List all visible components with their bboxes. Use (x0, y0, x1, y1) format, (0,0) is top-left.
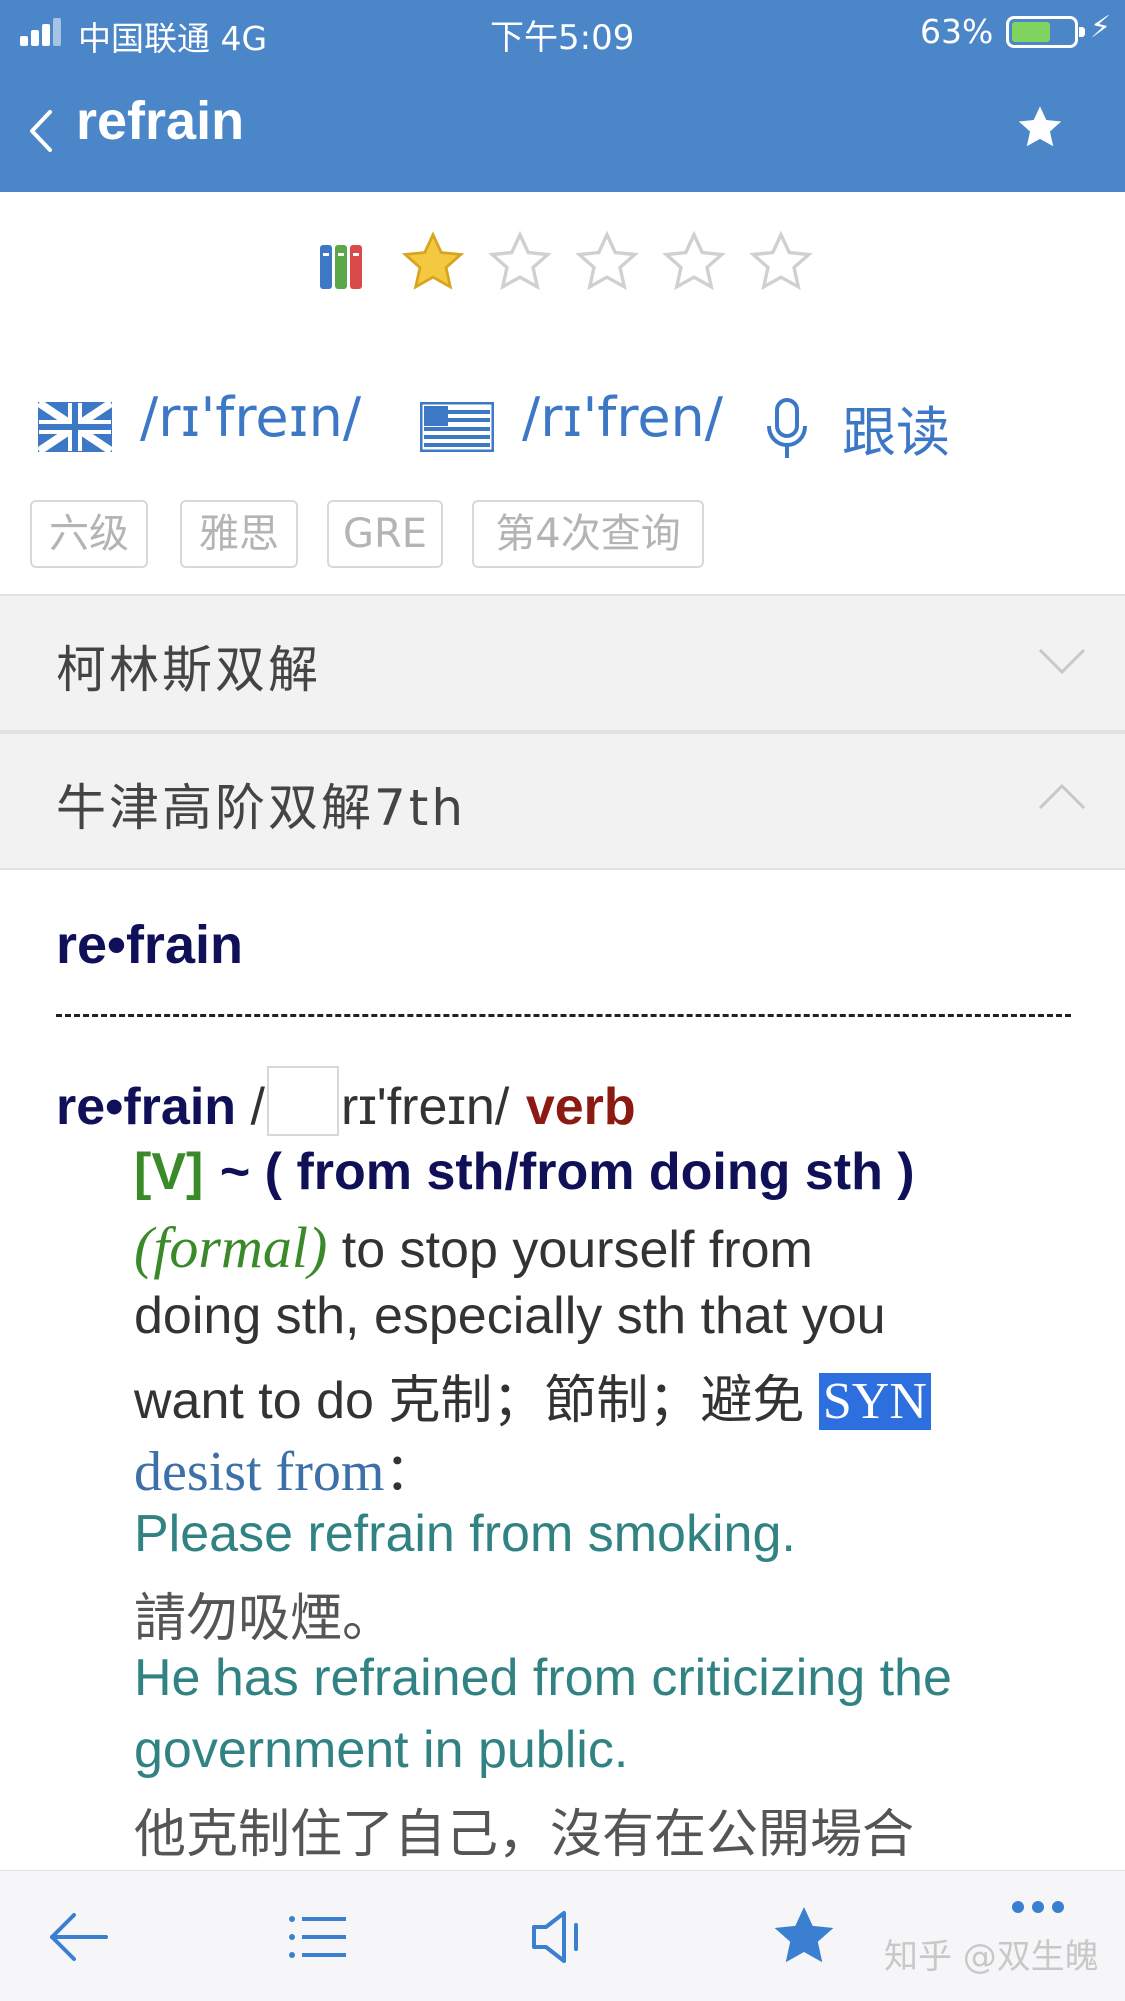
us-ipa[interactable]: /rɪ'fren/ (522, 386, 723, 449)
star-icon[interactable] (768, 1901, 840, 1973)
star-icon[interactable] (1014, 102, 1066, 154)
part-of-speech: verb (525, 1078, 636, 1136)
synonym-line: desist from： (134, 1430, 436, 1505)
speaker-icon[interactable] (526, 1901, 598, 1973)
arrow-left-icon[interactable] (42, 1901, 114, 1973)
rating-star-4[interactable] (659, 229, 729, 297)
top-bar: 中国联通 4G 下午5:09 63% ⚡ refrain (0, 0, 1125, 192)
definition-line-2: doing sth, especially sth that you (134, 1287, 886, 1345)
grammar-pattern: [V] ~ ( from sth/from doing sth ) (134, 1142, 915, 1202)
example-zh: 請勿吸煙。 (134, 1589, 395, 1649)
watermark: 知乎 @双生魄 (884, 1937, 1099, 1977)
entry-ipa: rɪ'freɪn/ (340, 1078, 510, 1136)
section-label: 柯林斯双解 (56, 641, 321, 699)
uk-flag-icon[interactable] (38, 402, 112, 452)
definition-line-1: (formal) to stop yourself from (134, 1214, 813, 1281)
list-icon[interactable] (282, 1901, 354, 1973)
audio-placeholder-box (266, 1066, 339, 1136)
chevron-up-icon (1038, 783, 1086, 810)
tag-cet6: 六级 (30, 500, 148, 568)
chevron-left-icon[interactable] (22, 106, 62, 156)
verb-code: [V] (134, 1143, 204, 1201)
entry-word: re•frain (56, 1078, 237, 1136)
carrier-label: 中国联通 4G (78, 19, 268, 58)
section-oxford[interactable]: 牛津高阶双解7th (0, 732, 1125, 870)
example-zh: 他克制住了自己，沒有在公開場合 (134, 1805, 915, 1865)
tag-gre: GRE (327, 500, 443, 568)
status-bar: 中国联通 4G 下午5:09 63% ⚡ (0, 0, 1125, 64)
ipa-slash: / (236, 1078, 265, 1136)
status-time: 下午5:09 (490, 18, 635, 58)
tag-lookup-count: 第4次查询 (472, 500, 704, 568)
example-en: Please refrain from smoking. (134, 1505, 796, 1563)
example-en: He has refrained from criticizing the (134, 1649, 952, 1707)
definition-text: to stop yourself from (327, 1221, 813, 1279)
synonym-link[interactable]: desist from (134, 1441, 384, 1503)
definition-text: want to do 克制；節制；避免 (134, 1372, 819, 1430)
uk-ipa[interactable]: /rɪ'freɪn/ (140, 386, 361, 449)
tag-ielts: 雅思 (180, 500, 298, 568)
chevron-down-icon (1038, 648, 1086, 675)
pattern-form: ~ ( from sth/from doing sth ) (219, 1143, 915, 1201)
entry-headword: re•frain (56, 915, 243, 975)
register-label: (formal) (134, 1215, 328, 1280)
dictionary-entry: re•frain re•frain / rɪ'freɪn/ verb [V] ~ … (0, 870, 1125, 1870)
battery-percent: 63% (920, 12, 994, 51)
rating-star-2[interactable] (485, 229, 555, 297)
signal-icon (20, 16, 70, 46)
syn-badge[interactable]: SYN (818, 1373, 931, 1430)
divider (56, 1014, 1071, 1017)
bottom-toolbar: 知乎 @双生魄 (0, 1870, 1125, 2001)
battery-icon (1006, 16, 1085, 48)
definition-line-3: want to do 克制；節制；避免 SYN (134, 1358, 931, 1433)
rating-star-1[interactable] (398, 229, 468, 297)
example-en: government in public. (134, 1721, 629, 1779)
page-title: refrain (76, 91, 245, 151)
rating-star-3[interactable] (572, 229, 642, 297)
synonym-colon: ： (384, 1444, 437, 1502)
books-icon (320, 245, 362, 289)
charging-icon: ⚡ (1090, 10, 1112, 45)
rating-star-5[interactable] (746, 229, 816, 297)
nav-bar: refrain (0, 64, 1125, 192)
us-flag-icon[interactable] (420, 402, 494, 452)
section-collins[interactable]: 柯林斯双解 (0, 594, 1125, 732)
microphone-icon[interactable] (762, 396, 812, 462)
pronunciation-row: /rɪ'freɪn/ /rɪ'fren/ 跟读 (0, 380, 1125, 470)
follow-read-button[interactable]: 跟读 (842, 388, 950, 467)
section-label: 牛津高阶双解7th (56, 779, 467, 837)
entry-head-line: re•frain / rɪ'freɪn/ verb (56, 1066, 636, 1137)
